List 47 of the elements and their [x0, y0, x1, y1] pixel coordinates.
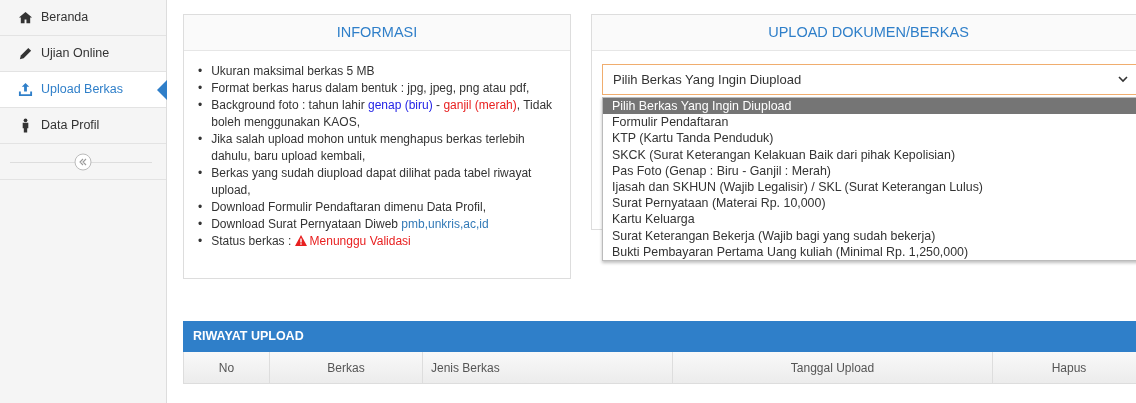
- status-text: Menunggu Validasi: [294, 234, 411, 248]
- panel-title: UPLOAD DOKUMEN/BERKAS: [592, 15, 1136, 51]
- info-item: Download Formulir Pendaftaran dimenu Data Profil,: [211, 199, 486, 216]
- section-header: RIWAYAT UPLOAD: [183, 321, 1136, 352]
- column-header: Berkas: [270, 352, 423, 384]
- bullet: •: [198, 233, 203, 250]
- sidebar-item[interactable]: Beranda: [0, 0, 166, 36]
- chevron-icon: [1118, 76, 1128, 83]
- dropdown-option[interactable]: Surat Keterangan Bekerja (Wajib bagi yang sudah bekerja): [603, 227, 1136, 244]
- bullet: •: [198, 216, 203, 233]
- bullet: •: [198, 80, 203, 97]
- dropdown-option[interactable]: Surat Pernyataan (Materai Rp. 10,000): [603, 195, 1136, 212]
- upload-icon: [18, 82, 33, 97]
- info-item: Status berkas : Menunggu Validasi: [211, 233, 411, 250]
- column-header: Jenis Berkas: [423, 352, 673, 384]
- dropdown-option[interactable]: Bukti Pembayaran Pertama Uang kuliah (Minimal Rp. 1,250,000): [603, 243, 1136, 260]
- dropdown-option[interactable]: Ijasah dan SKHUN (Wajib Legalisir) / SKL (Surat Keterangan Lulus): [603, 178, 1136, 196]
- bullet: •: [198, 165, 203, 182]
- info-item: Format berkas harus dalam bentuk : jpg, jpeg, png atau pdf,: [211, 80, 530, 97]
- dropdown-option[interactable]: Pilih Berkas Yang Ingin Diupload: [603, 98, 1136, 115]
- dropdown-option[interactable]: Kartu Keluarga: [603, 211, 1136, 228]
- home-icon: [18, 10, 33, 25]
- bullet: •: [198, 97, 203, 114]
- info-item: Background foto : tahun lahir genap (biru) - ganjil (merah), Tidak boleh menggunakan KAOS,: [211, 97, 554, 131]
- dropdown-option[interactable]: KTP (Kartu Tanda Penduduk): [603, 130, 1136, 147]
- file-type-select[interactable]: Pilih Berkas Yang Ingin Diupload: [602, 64, 1136, 95]
- pencil-icon: [18, 46, 33, 61]
- column-header: Hapus: [993, 352, 1136, 384]
- bullet: •: [198, 63, 203, 80]
- sidebar-item[interactable]: Upload Berkas: [0, 72, 166, 108]
- website-link[interactable]: pmb,unkris,ac,id: [401, 217, 489, 231]
- warning-icon: [294, 235, 307, 246]
- info-item: Download Surat Pernyataan Diweb pmb,unkris,ac,id: [211, 216, 489, 233]
- dropdown-option[interactable]: Formulir Pendaftaran: [603, 114, 1136, 131]
- info-item: Berkas yang sudah diupload dapat dilihat pada tabel riwayat upload,: [211, 165, 533, 199]
- dropdown-option[interactable]: Pas Foto (Genap : Biru - Ganjil : Merah): [603, 162, 1136, 179]
- info-item: Jika salah upload mohon untuk menghapus berkas terlebih dahulu, baru upload kembali,: [211, 131, 526, 165]
- dropdown-option[interactable]: SKCK (Surat Keterangan Kelakuan Baik dari pihak Kepolisian): [603, 146, 1136, 163]
- active-indicator: [157, 80, 167, 100]
- column-header: No: [184, 352, 270, 384]
- column-header: Tanggal Upload: [673, 352, 993, 384]
- bullet: •: [198, 131, 203, 148]
- collapse-icon[interactable]: [74, 152, 92, 171]
- bullet: •: [198, 199, 203, 216]
- panel-title: INFORMASI: [184, 15, 570, 51]
- info-item: Ukuran maksimal berkas 5 MB: [211, 63, 375, 80]
- sidebar-item[interactable]: Data Profil: [0, 108, 166, 144]
